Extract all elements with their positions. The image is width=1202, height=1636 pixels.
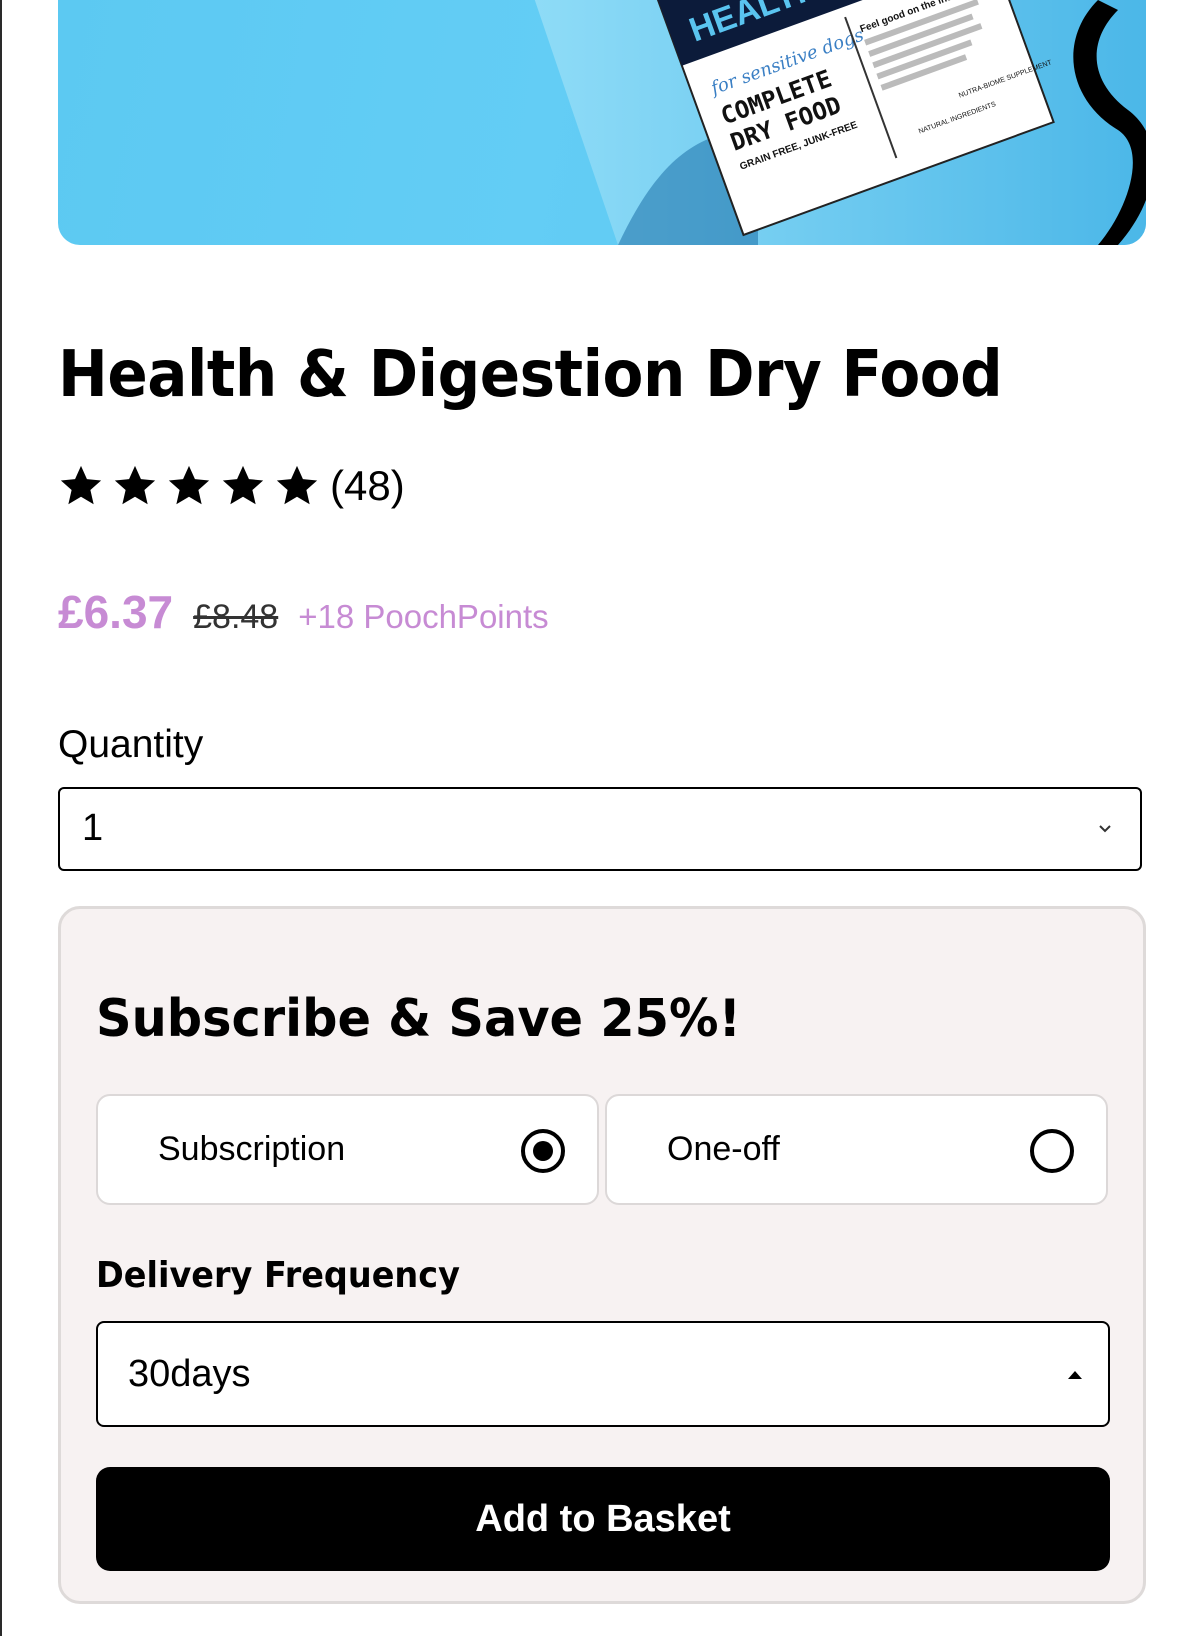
pooch-points: +18 PoochPoints xyxy=(298,598,549,635)
delivery-frequency-value: 30days xyxy=(128,1353,251,1395)
review-count[interactable]: (48) xyxy=(330,462,405,510)
option-subscription[interactable]: Subscription xyxy=(96,1094,599,1205)
quantity-select[interactable]: 1 xyxy=(58,787,1142,871)
chevron-down-icon xyxy=(1099,825,1111,833)
subscribe-card: Subscribe & Save 25%! Subscription One-o… xyxy=(58,906,1146,1604)
radio-selected-icon[interactable] xyxy=(521,1129,565,1173)
star-icon xyxy=(60,465,102,505)
radio-empty-icon[interactable] xyxy=(1030,1129,1074,1173)
star-icon xyxy=(222,465,264,505)
quantity-label: Quantity xyxy=(58,723,204,766)
product-rating[interactable]: (48) xyxy=(58,460,405,512)
delivery-frequency-select[interactable]: 30days xyxy=(96,1321,1110,1427)
product-hero-image: HEALTH & DIGESTION for sensitive dogs CO… xyxy=(58,0,1146,245)
star-rating xyxy=(58,463,320,509)
option-label: One-off xyxy=(667,1130,780,1168)
product-title: Health & Digestion Dry Food xyxy=(58,338,1003,412)
option-one-off[interactable]: One-off xyxy=(605,1094,1108,1205)
star-icon xyxy=(276,465,318,505)
star-icon xyxy=(168,465,210,505)
delivery-frequency-label: Delivery Frequency xyxy=(96,1255,460,1296)
add-to-basket-button[interactable]: Add to Basket xyxy=(96,1467,1110,1571)
dog-food-bag-illustration: HEALTH & DIGESTION for sensitive dogs CO… xyxy=(534,0,1146,245)
option-label: Subscription xyxy=(158,1130,346,1168)
caret-up-icon xyxy=(1068,1371,1082,1379)
star-icon xyxy=(114,465,156,505)
current-price: £6.37 xyxy=(58,586,174,638)
price-row: £6.37 £8.48 +18 PoochPoints xyxy=(58,585,549,639)
original-price: £8.48 xyxy=(193,598,279,636)
page-left-border xyxy=(0,0,2,1636)
subscribe-title: Subscribe & Save 25%! xyxy=(96,989,742,1049)
quantity-value: 1 xyxy=(82,807,104,849)
